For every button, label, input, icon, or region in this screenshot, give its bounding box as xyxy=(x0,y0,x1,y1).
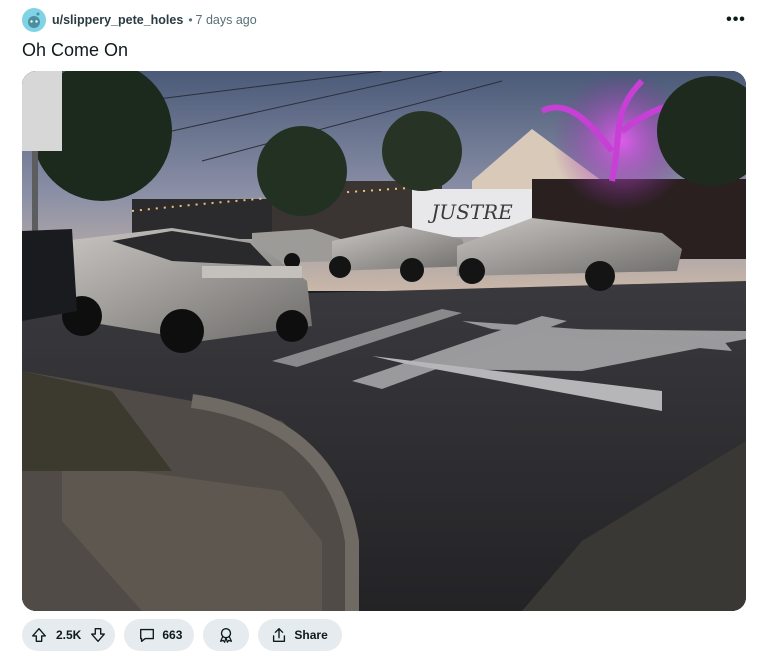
share-label: Share xyxy=(294,628,328,642)
award-button[interactable] xyxy=(203,619,250,651)
share-icon xyxy=(273,628,286,642)
snoo-avatar-svg xyxy=(28,12,40,28)
downvote-icon xyxy=(91,628,106,642)
more-options-icon: ••• xyxy=(726,11,746,28)
upvote-icon xyxy=(32,628,46,642)
dark-vehicle-left xyxy=(22,229,77,321)
vote-group: 2.5K xyxy=(22,619,116,651)
tree-mid xyxy=(257,126,347,216)
post-action-bar: 2.5K 663 Share xyxy=(22,619,342,651)
tree-mid2 xyxy=(382,111,462,191)
sign-text: JUSTRE xyxy=(427,200,513,224)
stop-sign-back xyxy=(22,71,62,151)
post-title[interactable]: Oh Come On xyxy=(22,40,128,61)
snoo-avatar-icon[interactable] xyxy=(22,8,46,32)
comment-icon xyxy=(140,628,155,642)
post-image[interactable]: JUSTRE xyxy=(22,71,746,611)
post-header: u/slippery_pete_holes • 7 days ago ••• xyxy=(22,8,748,32)
cybertruck-street-photo: JUSTRE xyxy=(22,71,746,611)
vote-count: 2.5K xyxy=(56,628,82,642)
award-icon xyxy=(220,628,233,643)
share-button[interactable]: Share xyxy=(258,619,342,651)
meta-separator: • xyxy=(188,13,193,27)
upvote-button[interactable] xyxy=(28,624,50,646)
downvote-button[interactable] xyxy=(87,624,109,646)
post-timestamp: 7 days ago xyxy=(195,13,257,27)
more-options-button[interactable]: ••• xyxy=(724,8,748,32)
comment-count: 663 xyxy=(162,628,183,642)
author-username[interactable]: u/slippery_pete_holes xyxy=(52,13,183,27)
comments-button[interactable]: 663 xyxy=(124,619,195,651)
